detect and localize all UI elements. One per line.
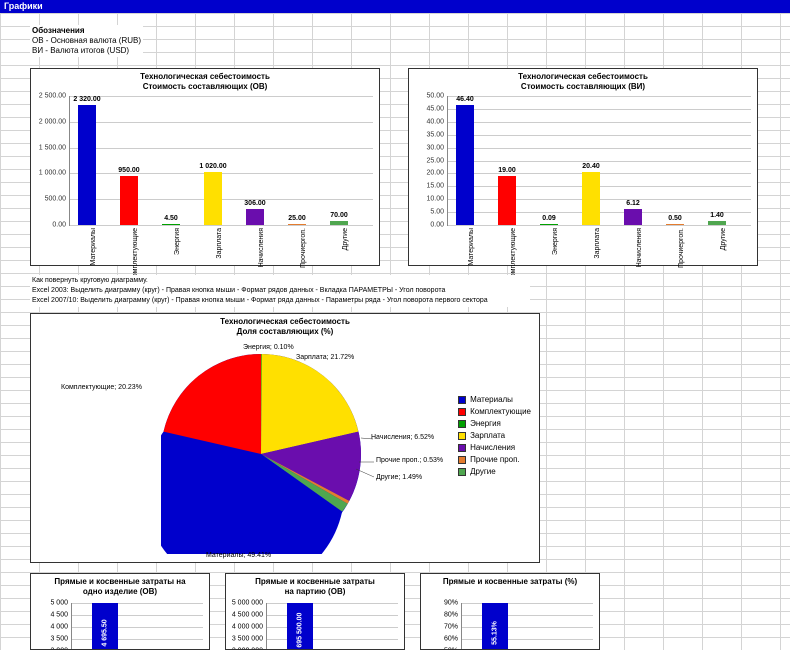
pie-legend-item: Материалы	[458, 394, 531, 406]
legend-swatch	[458, 468, 466, 476]
chart-small-3-plot: 40%50%60%70%80%90%55.13%	[461, 603, 593, 650]
pie-legend-item: Зарплата	[458, 430, 531, 442]
chart-small-1-title: Прямые и косвенные затраты на одно издел…	[31, 574, 209, 599]
legend-line-2: ВИ - Валюта итогов (USD)	[32, 46, 141, 56]
chart-pie: Технологическая себестоимость Доля соста…	[30, 313, 540, 563]
small-bar: 4 695 500.00	[287, 603, 313, 650]
legend-swatch	[458, 396, 466, 404]
legend-swatch	[458, 444, 466, 452]
pie-label-materials: Материалы; 49.41%	[206, 552, 271, 559]
legend-line-1: ОВ - Основная валюта (RUB)	[32, 36, 141, 46]
chart-small-2-title: Прямые и косвенные затраты на партию (ОВ…	[226, 574, 404, 599]
small-bar: 55.13%	[482, 603, 508, 650]
pie-legend-item: Энергия	[458, 418, 531, 430]
chart-vi-title: Технологическая себестоимость Стоимость …	[409, 69, 757, 94]
chart-ov-plot: 0.00500.001 000.001 500.002 000.002 500.…	[69, 96, 373, 226]
bar-0: 2 320.00	[78, 105, 96, 225]
rotation-notes: Как повернуть круговую диаграмму. Excel …	[30, 275, 530, 307]
bar-6: 70.00	[330, 221, 348, 225]
legend-swatch	[458, 456, 466, 464]
pie-label-otherprop: Прочие проп.; 0.53%	[376, 457, 443, 464]
chart-ov-title: Технологическая себестоимость Стоимость …	[31, 69, 379, 94]
bar-1: 19.00	[498, 176, 516, 225]
chart-ov: Технологическая себестоимость Стоимость …	[30, 68, 380, 266]
bar-1: 950.00	[120, 176, 138, 225]
chart-small-3: Прямые и косвенные затраты (%) 40%50%60%…	[420, 573, 600, 650]
pie-label-energy: Энергия; 0.10%	[243, 344, 294, 351]
pie-legend-item: Комплектующие	[458, 406, 531, 418]
bar-5: 25.00	[288, 224, 306, 225]
bar-5: 0.50	[666, 224, 684, 225]
pie-legend-item: Начисления	[458, 442, 531, 454]
bar-4: 306.00	[246, 209, 264, 225]
bar-0: 46.40	[456, 105, 474, 225]
bar-3: 20.40	[582, 172, 600, 225]
pie-label-other: Другие; 1.49%	[376, 474, 422, 481]
bar-2: 0.09	[540, 224, 558, 225]
pie-legend-item: Другие	[458, 466, 531, 478]
pie-label-kits: Комплектующие; 20.23%	[61, 384, 142, 391]
chart-small-2: Прямые и косвенные затраты на партию (ОВ…	[225, 573, 405, 650]
legend-block: Обозначения ОВ - Основная валюта (RUB) В…	[30, 25, 143, 57]
legend-swatch	[458, 432, 466, 440]
bar-3: 1 020.00	[204, 172, 222, 225]
legend-swatch	[458, 420, 466, 428]
chart-vi: Технологическая себестоимость Стоимость …	[408, 68, 758, 266]
section-title: Графики	[0, 0, 790, 13]
chart-pie-title: Технологическая себестоимость Доля соста…	[31, 314, 539, 339]
chart-small-1: Прямые и косвенные затраты на одно издел…	[30, 573, 210, 650]
pie-legend: МатериалыКомплектующиеЭнергияЗарплатаНач…	[458, 394, 531, 478]
chart-small-2-plot: 2 500 0003 000 0003 500 0004 000 0004 50…	[266, 603, 398, 650]
bar-2: 4.50	[162, 224, 180, 225]
pie-label-salary: Зарплата; 21.72%	[296, 354, 354, 361]
section-title-text: Графики	[4, 1, 43, 11]
chart-small-3-title: Прямые и косвенные затраты (%)	[421, 574, 599, 589]
legend-heading: Обозначения	[32, 26, 141, 36]
chart-vi-plot: 0.005.0010.0015.0020.0025.0030.0035.0040…	[447, 96, 751, 226]
pie-plot	[161, 354, 361, 554]
bar-6: 1.40	[708, 221, 726, 225]
pie-label-accruals: Начисления; 6.52%	[371, 434, 434, 441]
legend-swatch	[458, 408, 466, 416]
bar-4: 6.12	[624, 209, 642, 225]
pie-legend-item: Прочие проп.	[458, 454, 531, 466]
chart-small-1-plot: 2 5003 0003 5004 0004 5005 0004 695.50	[71, 603, 203, 650]
small-bar: 4 695.50	[92, 603, 118, 650]
